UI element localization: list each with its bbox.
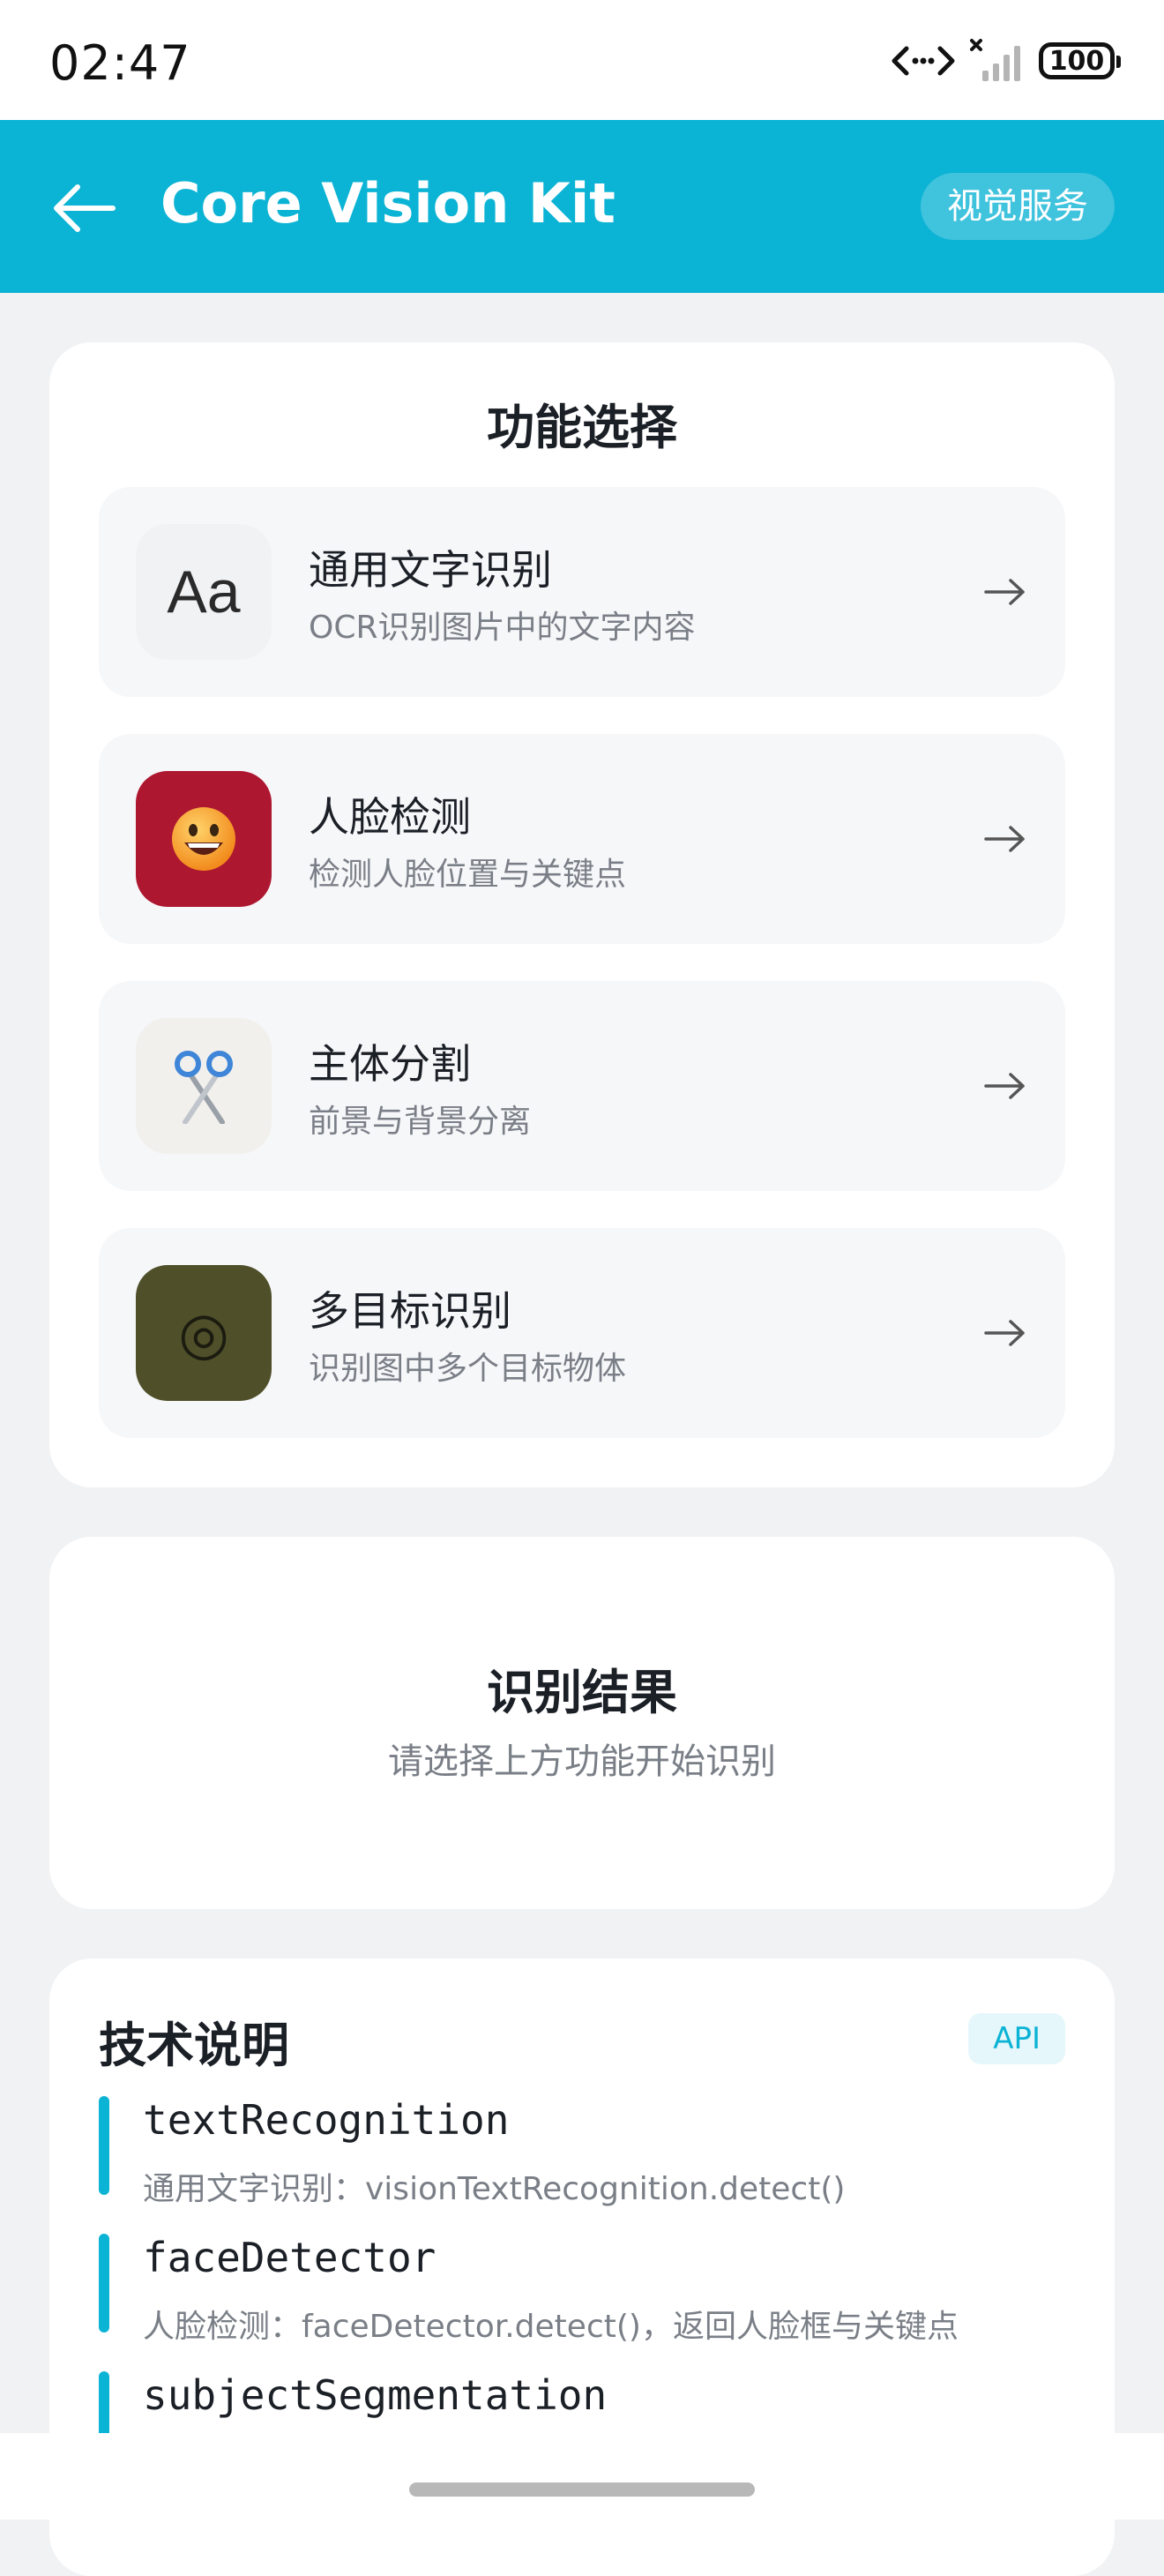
function-item-desc: 前景与背景分离 — [309, 1104, 532, 1140]
tech-item-name: faceDetector — [143, 2234, 436, 2281]
home-indicator[interactable] — [409, 2482, 755, 2497]
function-item-label: 人脸检测 — [309, 793, 471, 841]
back-button[interactable] — [49, 173, 120, 243]
target-icon: ◎ — [136, 1265, 272, 1401]
accent-bar — [99, 2234, 109, 2333]
battery-icon: 100 — [1039, 42, 1121, 79]
function-item-desc: 检测人脸位置与关键点 — [309, 857, 627, 893]
text-aa-icon: Aa — [136, 524, 272, 660]
function-item-ocr[interactable]: Aa 通用文字识别 OCR识别图片中的文字内容 — [99, 487, 1065, 697]
tech-item-name: textRecognition — [143, 2096, 510, 2144]
arrow-left-icon — [54, 184, 116, 232]
signal-no-service-icon — [970, 39, 1020, 81]
tech-item-name: subjectSegmentation — [143, 2371, 608, 2419]
page-title: Core Vision Kit — [160, 171, 616, 236]
function-item-desc: OCR识别图片中的文字内容 — [309, 610, 696, 646]
tech-item-desc: 人脸检测：faceDetector.detect()，返回人脸框与关键点 — [143, 2309, 959, 2345]
bottom-navigation-bar — [0, 2433, 1164, 2520]
function-item-multi-object[interactable]: ◎ 多目标识别 识别图中多个目标物体 — [99, 1228, 1065, 1438]
result-hint: 请选择上方功能开始识别 — [388, 1741, 776, 1782]
function-select-card: 功能选择 Aa 通用文字识别 OCR识别图片中的文字内容 人脸检测 检测人脸位置… — [49, 342, 1115, 1487]
status-icons: 100 — [891, 39, 1121, 83]
api-badge: API — [968, 2013, 1065, 2064]
function-item-desc: 识别图中多个目标物体 — [309, 1351, 627, 1387]
status-bar: 02:47 100 — [0, 0, 1164, 120]
function-item-label: 通用文字识别 — [309, 546, 552, 594]
function-item-label: 主体分割 — [309, 1040, 471, 1088]
app-header: Core Vision Kit 视觉服务 — [0, 120, 1164, 293]
function-item-subject-segmentation[interactable]: 主体分割 前景与背景分离 — [99, 981, 1065, 1191]
arrow-right-icon — [984, 1073, 1025, 1099]
grinning-face-icon — [136, 771, 272, 907]
result-title: 识别结果 — [487, 1665, 677, 1720]
tech-title: 技术说明 — [99, 2018, 289, 2073]
scissors-icon — [136, 1018, 272, 1154]
tech-item-desc: 通用文字识别：visionTextRecognition.detect() — [143, 2171, 846, 2207]
arrow-right-icon — [984, 826, 1025, 852]
function-item-label: 多目标识别 — [309, 1287, 511, 1335]
vision-service-badge[interactable]: 视觉服务 — [921, 173, 1115, 240]
function-select-title: 功能选择 — [487, 400, 677, 455]
result-card: 识别结果 请选择上方功能开始识别 — [49, 1537, 1115, 1909]
accent-bar — [99, 2096, 109, 2195]
arrow-right-icon — [984, 579, 1025, 605]
arrow-right-icon — [984, 1320, 1025, 1346]
code-brackets-icon — [892, 46, 955, 76]
status-time: 02:47 — [49, 35, 191, 91]
function-item-face-detect[interactable]: 人脸检测 检测人脸位置与关键点 — [99, 734, 1065, 944]
